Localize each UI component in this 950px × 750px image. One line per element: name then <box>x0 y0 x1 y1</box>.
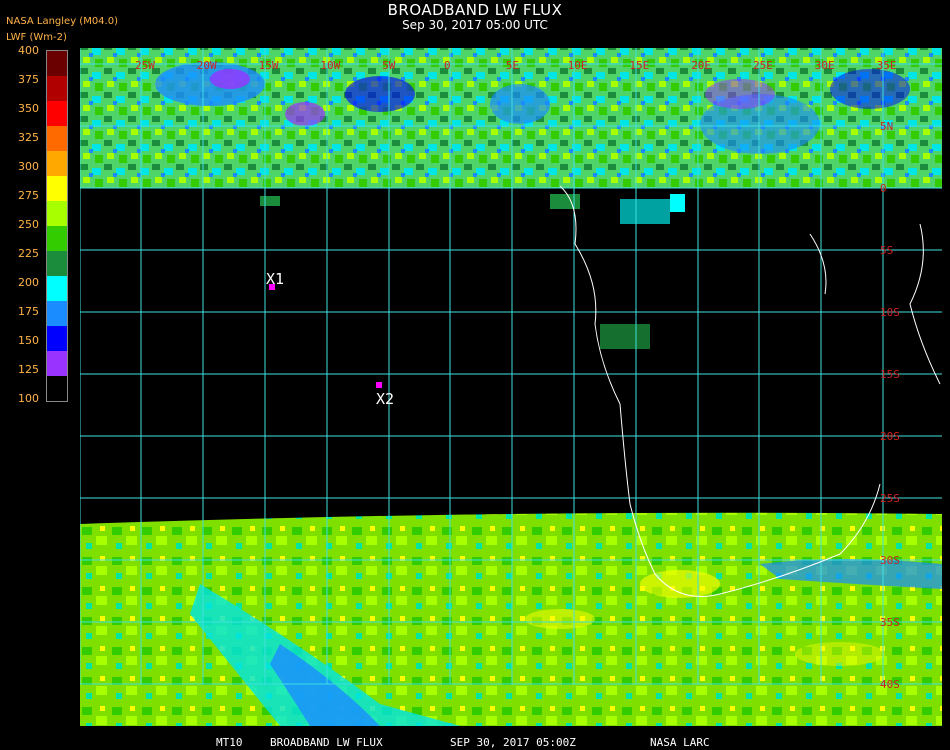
colorbar-swatch <box>47 126 67 151</box>
colorbar-swatch <box>47 76 67 101</box>
colorbar <box>46 50 68 402</box>
colorbar-swatch <box>47 151 67 176</box>
colorbar-swatch <box>47 226 67 251</box>
lon-label: 5W <box>382 59 396 72</box>
lon-label: 20E <box>691 59 711 72</box>
org-label: NASA Langley (M04.0) <box>6 16 118 27</box>
lat-label: 15S <box>880 368 900 381</box>
lon-label: 15E <box>629 59 649 72</box>
marker-x2: X2 <box>376 382 394 408</box>
lon-label: 30E <box>815 59 835 72</box>
lon-label: 15W <box>259 59 279 72</box>
satellite-map: 25W 20W 15W 10W 5W 0 5E 10E 15E 20E 25E 30E 35E 5N 0 5… <box>80 48 942 726</box>
marker-x2-label: X2 <box>376 390 394 408</box>
colorbar-tick-label: 325 <box>18 131 39 144</box>
footer-name: BROADBAND LW FLUX <box>270 736 383 749</box>
colorbar-tick-label: 125 <box>18 363 39 376</box>
colorbar-swatch <box>47 326 67 351</box>
colorbar-tick-label: 225 <box>18 247 39 260</box>
colorbar-tick-label: 250 <box>18 218 39 231</box>
colorbar-tick-label: 300 <box>18 160 39 173</box>
map-title: BROADBAND LW FLUX <box>387 1 563 19</box>
lat-label: 0 <box>880 182 887 195</box>
unit-label: LWF (Wm-2) <box>6 32 67 43</box>
colorbar-tick-label: 350 <box>18 102 39 115</box>
lon-label: 10W <box>320 59 340 72</box>
lat-label: 10S <box>880 306 900 319</box>
lat-label: 30S <box>880 554 900 567</box>
colorbar-swatch <box>47 201 67 226</box>
footer-product: MT10 <box>216 736 243 749</box>
cloud-field-south <box>80 512 942 726</box>
lat-label: 5S <box>880 244 893 257</box>
lon-label: 20W <box>197 59 217 72</box>
lon-label: 0 <box>444 59 451 72</box>
lon-label: 5E <box>506 59 519 72</box>
lon-label: 10E <box>568 59 588 72</box>
lat-label: 25S <box>880 492 900 505</box>
lat-label: 20S <box>880 430 900 443</box>
lon-label: 25W <box>135 59 155 72</box>
colorbar-tick-label: 100 <box>18 392 39 405</box>
lon-label: 35E <box>877 59 897 72</box>
colorbar-swatch <box>47 51 67 76</box>
colorbar-swatch <box>47 301 67 326</box>
scattered-clouds <box>260 194 685 349</box>
footer-stamp: SEP 30, 2017 05:00Z <box>450 736 576 749</box>
colorbar-swatch <box>47 276 67 301</box>
colorbar-swatch <box>47 351 67 376</box>
map-datetime: Sep 30, 2017 05:00 UTC <box>402 18 548 32</box>
lat-label: 5N <box>880 120 893 133</box>
colorbar-tick-label: 150 <box>18 334 39 347</box>
colorbar-swatch <box>47 101 67 126</box>
colorbar-swatch <box>47 251 67 276</box>
colorbar-tick-label: 200 <box>18 276 39 289</box>
marker-x1-label: X1 <box>266 270 284 288</box>
marker-x1: X1 <box>266 270 284 290</box>
colorbar-tick-label: 175 <box>18 305 39 318</box>
lat-label: 40S <box>880 678 900 691</box>
colorbar-tick-label: 400 <box>18 44 39 57</box>
lon-label: 25E <box>753 59 773 72</box>
footer-agency: NASA LARC <box>650 736 710 749</box>
colorbar-swatch <box>47 176 67 201</box>
colorbar-tick-label: 375 <box>18 73 39 86</box>
colorbar-tick-label: 275 <box>18 189 39 202</box>
lat-label: 35S <box>880 616 900 629</box>
